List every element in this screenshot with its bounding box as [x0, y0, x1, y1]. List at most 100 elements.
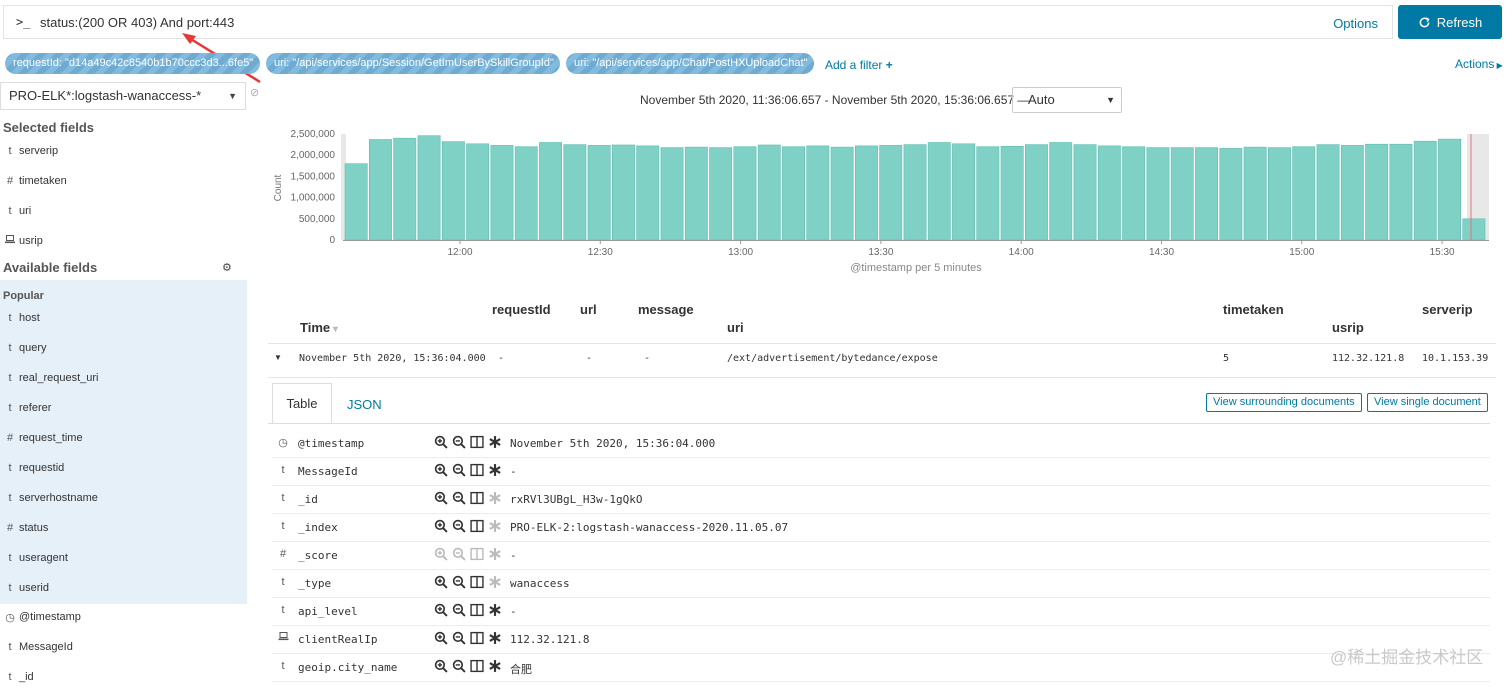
toggle-column-icon[interactable] [470, 435, 484, 449]
histogram-bar[interactable] [344, 163, 368, 241]
filter-exists-icon[interactable] [488, 659, 502, 673]
column-header-requestid[interactable]: requestId [492, 302, 551, 317]
tab-json[interactable]: JSON [347, 397, 382, 412]
histogram-bar[interactable] [879, 145, 903, 241]
histogram-bar[interactable] [684, 146, 708, 241]
toggle-column-icon[interactable] [470, 547, 484, 561]
filter-pill-requestid[interactable]: requestId: "d14a49c42c8540b1b70ccc3d3...… [5, 53, 260, 74]
histogram-bar[interactable] [1049, 142, 1073, 241]
zoom-in-icon[interactable] [434, 547, 448, 561]
toggle-column-icon[interactable] [470, 519, 484, 533]
interval-select[interactable]: Auto ▼ [1012, 87, 1122, 113]
histogram-bar[interactable] [1438, 138, 1462, 241]
histogram-bar[interactable] [757, 144, 781, 241]
histogram-bar[interactable] [1122, 146, 1146, 241]
histogram-bar[interactable] [539, 142, 562, 241]
histogram-bar[interactable] [1389, 143, 1413, 241]
histogram-bar[interactable] [1219, 148, 1243, 241]
histogram-bar[interactable] [660, 147, 684, 241]
zoom-in-icon[interactable] [434, 491, 448, 505]
refresh-button[interactable]: Refresh [1398, 5, 1502, 39]
histogram-bar[interactable] [490, 145, 514, 241]
zoom-in-icon[interactable] [434, 435, 448, 449]
column-header-time[interactable]: Time ▾ [300, 320, 338, 335]
histogram-bar[interactable] [1146, 147, 1170, 241]
add-filter-link[interactable]: Add a filter + [825, 58, 893, 72]
zoom-out-icon[interactable] [452, 659, 466, 673]
histogram-bar[interactable] [1267, 147, 1291, 241]
histogram-bar[interactable] [782, 146, 806, 241]
field-serverhostname[interactable]: t serverhostname [0, 484, 247, 514]
selected-field-timetaken[interactable]: # timetaken [0, 167, 247, 197]
histogram-bar[interactable] [1073, 144, 1097, 241]
options-link[interactable]: Options [1333, 16, 1378, 31]
filter-exists-icon[interactable] [488, 463, 502, 477]
field-request-time[interactable]: # request_time [0, 424, 247, 454]
toggle-column-icon[interactable] [470, 575, 484, 589]
zoom-in-icon[interactable] [434, 519, 448, 533]
histogram-bar[interactable] [369, 139, 392, 241]
filter-exists-icon[interactable] [488, 575, 502, 589]
filter-exists-icon[interactable] [488, 491, 502, 505]
histogram-bar[interactable] [854, 145, 878, 241]
filter-pill-uri-session[interactable]: uri: "/api/services/app/Session/GetImUse… [266, 53, 560, 74]
histogram-bar[interactable] [587, 145, 611, 241]
histogram-bar[interactable] [1024, 144, 1048, 241]
search-input[interactable]: status:(200 OR 403) And port:443 [40, 15, 234, 30]
field-requestid[interactable]: t requestid [0, 454, 247, 484]
tab-table[interactable]: Table [272, 383, 332, 423]
selected-field-uri[interactable]: t uri [0, 197, 247, 227]
zoom-out-icon[interactable] [452, 575, 466, 589]
sort-icon[interactable]: ▾ [330, 324, 338, 335]
field-id[interactable]: t _id [0, 663, 247, 693]
filter-exists-icon[interactable] [488, 519, 502, 533]
column-header-timetaken[interactable]: timetaken [1223, 302, 1284, 317]
zoom-in-icon[interactable] [434, 463, 448, 477]
zoom-in-icon[interactable] [434, 659, 448, 673]
field-real-request-uri[interactable]: t real_request_uri [0, 364, 247, 394]
histogram-chart[interactable]: 2,500,000 2,000,000 1,500,000 1,000,000 500,… [260, 128, 1496, 278]
histogram-bar[interactable] [1316, 144, 1340, 241]
histogram-bar[interactable] [952, 143, 976, 241]
field-useragent[interactable]: t useragent [0, 544, 247, 574]
histogram-bar[interactable] [709, 147, 733, 241]
histogram-bar[interactable] [466, 143, 490, 241]
histogram-bar[interactable] [830, 146, 854, 241]
gear-icon[interactable]: ⚙ [222, 261, 232, 274]
filter-exists-icon[interactable] [488, 603, 502, 617]
histogram-bar[interactable] [611, 144, 635, 241]
zoom-in-icon[interactable] [434, 631, 448, 645]
histogram-bar[interactable] [1000, 145, 1024, 241]
filter-pill-uri-chat[interactable]: uri: "/api/services/app/Chat/PostHXUploa… [566, 53, 814, 74]
histogram-bar[interactable] [514, 146, 538, 241]
field-status[interactable]: # status [0, 514, 247, 544]
histogram-bar[interactable] [441, 141, 465, 241]
zoom-out-icon[interactable] [452, 435, 466, 449]
query-bar[interactable]: >_ status:(200 OR 403) And port:443 Opti… [3, 5, 1393, 39]
zoom-out-icon[interactable] [452, 491, 466, 505]
histogram-bar[interactable] [1243, 146, 1267, 241]
histogram-bar[interactable] [733, 146, 757, 241]
column-header-serverip[interactable]: serverip [1422, 302, 1473, 317]
zoom-out-icon[interactable] [452, 547, 466, 561]
toggle-column-icon[interactable] [470, 659, 484, 673]
histogram-bar[interactable] [1413, 140, 1437, 241]
histogram-bar[interactable] [1462, 218, 1486, 241]
column-header-uri[interactable]: uri [727, 320, 744, 335]
zoom-in-icon[interactable] [434, 575, 448, 589]
actions-link[interactable]: Actions ▶ [1455, 57, 1503, 71]
zoom-out-icon[interactable] [452, 631, 466, 645]
histogram-bar[interactable] [393, 137, 417, 241]
index-pattern-select[interactable]: PRO-ELK*:logstash-wanaccess-* ▼ [0, 82, 246, 110]
selected-field-serverip[interactable]: t serverip [0, 137, 247, 167]
column-header-usrip[interactable]: usrip [1332, 320, 1364, 335]
column-header-url[interactable]: url [580, 302, 597, 317]
histogram-bar[interactable] [417, 135, 441, 241]
zoom-out-icon[interactable] [452, 463, 466, 477]
histogram-bar[interactable] [1170, 147, 1194, 241]
filter-exists-icon[interactable] [488, 435, 502, 449]
toggle-column-icon[interactable] [470, 463, 484, 477]
field-messageid[interactable]: t MessageId [0, 633, 247, 663]
histogram-bar[interactable] [1097, 145, 1121, 241]
field-userid[interactable]: t userid [0, 574, 247, 604]
